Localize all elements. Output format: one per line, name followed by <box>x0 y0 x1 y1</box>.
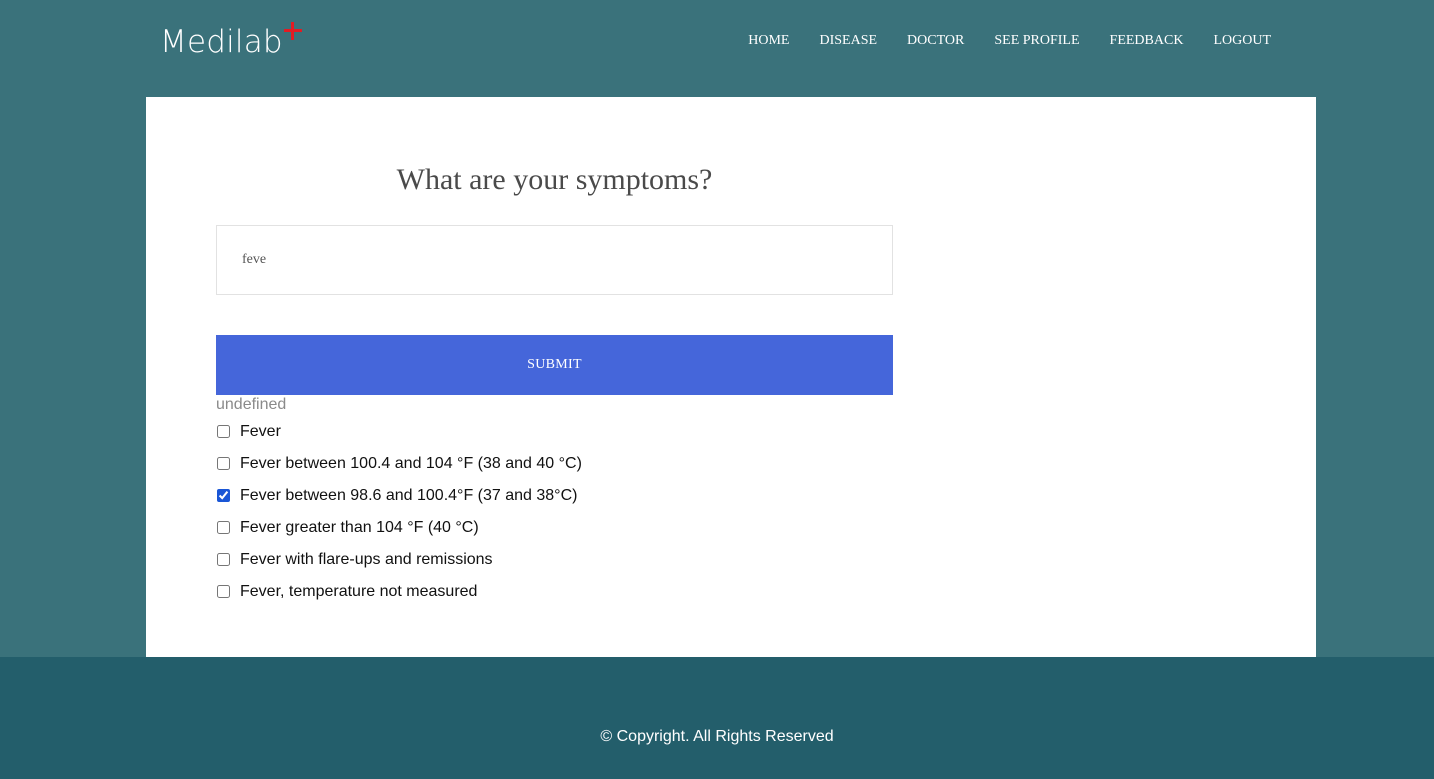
symptom-option-label[interactable]: Fever, temperature not measured <box>240 582 477 602</box>
symptom-option: Fever, temperature not measured <box>216 576 582 608</box>
nav-disease-link[interactable]: DISEASE <box>819 30 877 52</box>
symptom-option: Fever greater than 104 °F (40 °C) <box>216 512 582 544</box>
symptom-option: Fever between 98.6 and 100.4°F (37 and 3… <box>216 480 582 512</box>
symptom-option-label[interactable]: Fever <box>240 422 281 442</box>
nav-see-profile-link[interactable]: SEE PROFILE <box>994 30 1079 52</box>
nav-feedback-link[interactable]: FEEDBACK <box>1110 30 1184 52</box>
main-nav: HOME DISEASE DOCTOR SEE PROFILE FEEDBACK… <box>718 30 1271 52</box>
medilab-logo[interactable]: Medilab <box>160 20 302 64</box>
symptom-checkbox[interactable] <box>217 520 230 534</box>
symptom-checkbox[interactable] <box>217 424 230 438</box>
submit-button[interactable]: SUBMIT <box>216 335 893 395</box>
symptom-option: Fever with flare-ups and remissions <box>216 544 582 576</box>
site-header: Medilab HOME DISEASE DOCTOR SEE PROFILE … <box>0 0 1434 97</box>
nav-logout-link[interactable]: LOGOUT <box>1213 30 1271 52</box>
symptom-form-card: What are your symptoms? SUBMIT undefined… <box>146 97 1316 657</box>
nav-home-link[interactable]: HOME <box>748 30 789 52</box>
symptom-checkbox[interactable] <box>217 552 230 566</box>
page-title: What are your symptoms? <box>396 163 713 196</box>
symptom-option-label[interactable]: Fever between 98.6 and 100.4°F (37 and 3… <box>240 486 577 506</box>
symptom-checkbox[interactable] <box>217 456 230 470</box>
copyright-text: © Copyright. All Rights Reserved <box>600 728 834 745</box>
symptom-options-list: Fever Fever between 100.4 and 104 °F (38… <box>216 416 582 608</box>
logo-text: Medilab <box>160 24 283 60</box>
symptom-search-input[interactable] <box>216 225 893 295</box>
symptom-option-label[interactable]: Fever between 100.4 and 104 °F (38 and 4… <box>240 454 582 474</box>
result-note: undefined <box>216 396 287 413</box>
symptom-checkbox[interactable] <box>217 488 230 502</box>
symptom-checkbox[interactable] <box>217 584 230 598</box>
symptom-option: Fever <box>216 416 582 448</box>
symptom-option: Fever between 100.4 and 104 °F (38 and 4… <box>216 448 582 480</box>
symptom-option-label[interactable]: Fever with flare-ups and remissions <box>240 550 493 570</box>
symptom-option-label[interactable]: Fever greater than 104 °F (40 °C) <box>240 518 479 538</box>
nav-doctor-link[interactable]: DOCTOR <box>907 30 964 52</box>
site-footer: © Copyright. All Rights Reserved <box>0 657 1434 779</box>
medical-plus-icon <box>283 22 302 40</box>
